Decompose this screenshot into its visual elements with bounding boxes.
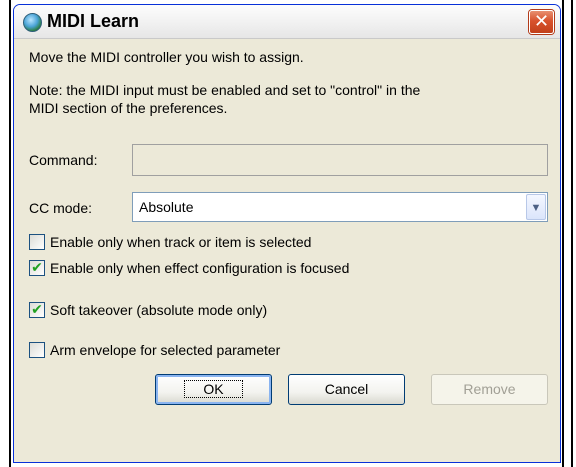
checkbox-arm-envelope[interactable] <box>29 342 45 358</box>
midi-learn-dialog: MIDI Learn ✕ Move the MIDI controller yo… <box>13 4 561 463</box>
cancel-button[interactable]: Cancel <box>288 374 405 405</box>
cc-mode-select[interactable]: Absolute ▼ <box>132 192 548 222</box>
checkbox-enable-track-selected[interactable] <box>29 234 45 250</box>
note-text-line-1: Note: the MIDI input must be enabled and… <box>29 82 421 98</box>
checkbox-enable-effect-focused-label[interactable]: Enable only when effect configuration is… <box>50 260 349 276</box>
title-bar[interactable]: MIDI Learn ✕ <box>14 5 560 39</box>
cc-mode-label: CC mode: <box>29 200 93 216</box>
checkbox-soft-takeover-label[interactable]: Soft takeover (absolute mode only) <box>50 302 267 318</box>
checkbox-enable-effect-focused[interactable]: ✔ <box>29 260 45 276</box>
checkbox-arm-envelope-label[interactable]: Arm envelope for selected parameter <box>50 342 280 358</box>
remove-button[interactable]: Remove <box>431 374 548 405</box>
chevron-down-icon[interactable]: ▼ <box>526 194 546 220</box>
command-label: Command: <box>29 152 98 168</box>
cc-mode-selected-value: Absolute <box>139 199 194 215</box>
outer-frame-left-line <box>9 0 11 467</box>
window-title: MIDI Learn <box>47 11 140 31</box>
dialog-content: Move the MIDI controller you wish to ass… <box>14 39 560 462</box>
outer-frame-right-line-2 <box>571 0 573 467</box>
ok-button[interactable]: OK <box>155 374 272 405</box>
checkbox-soft-takeover[interactable]: ✔ <box>29 302 45 318</box>
reaper-app-icon <box>23 13 42 32</box>
instruction-text: Move the MIDI controller you wish to ass… <box>29 49 304 65</box>
checkbox-enable-track-selected-label[interactable]: Enable only when track or item is select… <box>50 234 311 250</box>
note-text-line-2: MIDI section of the preferences. <box>29 100 228 116</box>
ok-button-label: OK <box>184 380 243 398</box>
outer-frame-right-line <box>562 0 564 467</box>
command-field <box>132 144 548 176</box>
close-icon[interactable]: ✕ <box>529 10 554 34</box>
